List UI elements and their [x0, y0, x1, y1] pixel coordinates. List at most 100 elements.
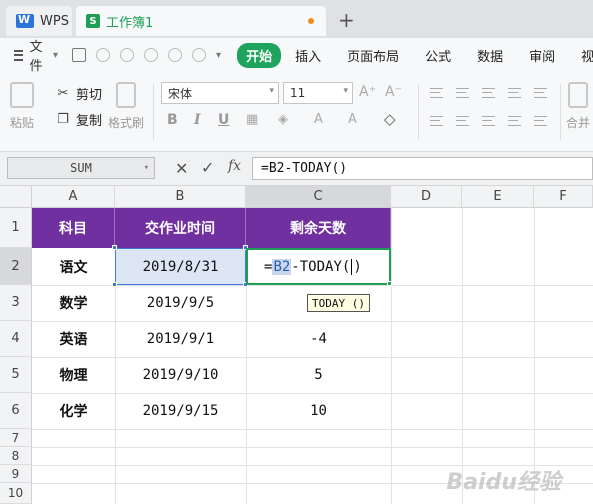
- font-size-select[interactable]: 11 ▾: [283, 82, 353, 104]
- align-center-text-icon[interactable]: [456, 116, 469, 126]
- column-header-e[interactable]: E: [462, 186, 534, 208]
- customize-dropdown-icon[interactable]: ▾: [216, 50, 221, 61]
- cell-c4[interactable]: -4: [246, 321, 391, 357]
- row-header-5[interactable]: 5: [0, 357, 32, 393]
- font-name-select[interactable]: 宋体 ▾: [161, 82, 279, 104]
- column-header-a[interactable]: A: [32, 186, 115, 208]
- paste-button[interactable]: 粘贴: [10, 82, 34, 131]
- align-middle-icon[interactable]: [456, 88, 469, 98]
- redo-icon[interactable]: [192, 48, 207, 62]
- confirm-icon[interactable]: ✓: [201, 158, 214, 177]
- formula-text: =B2-TODAY(): [261, 161, 348, 176]
- row-header-2[interactable]: 2: [0, 248, 32, 285]
- align-left-icon[interactable]: [508, 88, 521, 98]
- tab-insert[interactable]: 插入: [295, 46, 321, 65]
- print-icon[interactable]: [120, 48, 135, 62]
- column-header-f[interactable]: F: [534, 186, 593, 208]
- print-preview-icon[interactable]: [144, 48, 159, 62]
- row-header-7[interactable]: 7: [0, 429, 32, 447]
- row-header-9[interactable]: 9: [0, 465, 32, 483]
- decrease-font-button[interactable]: A⁻: [385, 84, 402, 100]
- quick-access-toolbar: ▾: [72, 48, 221, 62]
- distributed-icon[interactable]: [534, 116, 547, 126]
- cell-a5[interactable]: 物理: [32, 357, 115, 393]
- tab-view[interactable]: 视图: [581, 46, 593, 65]
- cell-c6[interactable]: 10: [246, 393, 391, 429]
- font-name-value: 宋体: [168, 86, 193, 101]
- font-color-icon[interactable]: A: [314, 112, 323, 127]
- column-header-c[interactable]: C: [246, 186, 391, 208]
- italic-button[interactable]: I: [194, 112, 201, 128]
- cell-c5[interactable]: 5: [246, 357, 391, 393]
- fill-handle[interactable]: [387, 281, 392, 286]
- bold-button[interactable]: B: [167, 112, 178, 128]
- wps-home-tab[interactable]: W WPS: [6, 6, 72, 36]
- grid-line: [534, 208, 535, 504]
- text-effect-icon[interactable]: A: [348, 112, 357, 127]
- underline-button[interactable]: U: [218, 112, 229, 128]
- fill-color-icon[interactable]: ◈: [278, 112, 288, 127]
- cell-a3[interactable]: 数学: [32, 285, 115, 321]
- justify-icon[interactable]: [508, 116, 521, 126]
- new-tab-button[interactable]: +: [338, 8, 355, 32]
- tab-page-layout[interactable]: 页面布局: [347, 46, 399, 65]
- select-all-corner[interactable]: [0, 186, 32, 208]
- align-top-icon[interactable]: [430, 88, 443, 98]
- function-tooltip[interactable]: TODAY (): [307, 294, 370, 312]
- file-menu[interactable]: 文件 ▾: [14, 36, 58, 74]
- undo-icon[interactable]: [168, 48, 183, 62]
- tab-formulas[interactable]: 公式: [425, 46, 451, 65]
- row-header-4[interactable]: 4: [0, 321, 32, 357]
- align-left-text-icon[interactable]: [430, 116, 443, 126]
- file-menu-label: 文件: [29, 40, 43, 74]
- cell-b5[interactable]: 2019/9/10: [115, 357, 246, 393]
- align-right-text-icon[interactable]: [482, 116, 495, 126]
- insert-function-icon[interactable]: fx: [228, 158, 241, 174]
- cell-b2[interactable]: 2019/8/31: [115, 248, 246, 285]
- row-header-10[interactable]: 10: [0, 483, 32, 504]
- align-center-icon[interactable]: [534, 88, 547, 98]
- cell-b1[interactable]: 交作业时间: [115, 208, 246, 248]
- cell-b3[interactable]: 2019/9/5: [115, 285, 246, 321]
- unsaved-dot-icon: [308, 18, 314, 24]
- cell-a4[interactable]: 英语: [32, 321, 115, 357]
- spreadsheet-icon: S: [86, 14, 100, 28]
- ribbon-tabs: 开始 插入 页面布局 公式 数据 审阅 视图: [237, 42, 593, 68]
- border-icon[interactable]: ▦: [246, 112, 258, 127]
- cancel-icon[interactable]: ✕: [175, 159, 188, 178]
- cell-b6[interactable]: 2019/9/15: [115, 393, 246, 429]
- copy-label: 复制: [76, 114, 103, 129]
- cell-a6[interactable]: 化学: [32, 393, 115, 429]
- format-painter-label: 格式刷: [108, 116, 145, 130]
- cut-button[interactable]: ✂ 剪切: [56, 84, 102, 103]
- row-header-6[interactable]: 6: [0, 393, 32, 429]
- tab-home[interactable]: 开始: [237, 42, 282, 68]
- cell-c1[interactable]: 剩余天数: [246, 208, 391, 248]
- cell-b4[interactable]: 2019/9/1: [115, 321, 246, 357]
- row-header-1[interactable]: 1: [0, 208, 32, 248]
- cell-a2[interactable]: 语文: [32, 248, 115, 285]
- column-header-b[interactable]: B: [115, 186, 246, 208]
- workbook-tab[interactable]: S 工作簿1: [76, 6, 326, 36]
- cell-c2-editor[interactable]: = B2 -TODAY( ): [246, 248, 391, 285]
- hamburger-icon: [14, 49, 24, 61]
- column-header-d[interactable]: D: [391, 186, 462, 208]
- tab-data[interactable]: 数据: [477, 46, 503, 65]
- increase-font-button[interactable]: A⁺: [359, 84, 376, 100]
- merge-button[interactable]: 合并: [566, 82, 590, 131]
- eraser-icon[interactable]: ◇: [384, 110, 396, 128]
- save-icon[interactable]: [72, 48, 87, 62]
- spreadsheet-grid: A B C D E F 1 2 3 4 5 6 7 8 9 10 科目 交作业时…: [0, 186, 593, 504]
- row-header-8[interactable]: 8: [0, 447, 32, 465]
- formula-input[interactable]: =B2-TODAY(): [252, 157, 593, 180]
- cell-a1[interactable]: 科目: [32, 208, 115, 248]
- align-bottom-icon[interactable]: [482, 88, 495, 98]
- copy-button[interactable]: ❐ 复制: [56, 110, 102, 129]
- copy-icon: ❐: [57, 111, 69, 127]
- name-box[interactable]: SUM ▾: [7, 157, 155, 179]
- tab-review[interactable]: 审阅: [529, 46, 555, 65]
- paste-label: 粘贴: [10, 116, 35, 130]
- format-painter-button[interactable]: 格式刷: [108, 82, 144, 131]
- row-header-3[interactable]: 3: [0, 285, 32, 321]
- export-icon[interactable]: [96, 48, 111, 62]
